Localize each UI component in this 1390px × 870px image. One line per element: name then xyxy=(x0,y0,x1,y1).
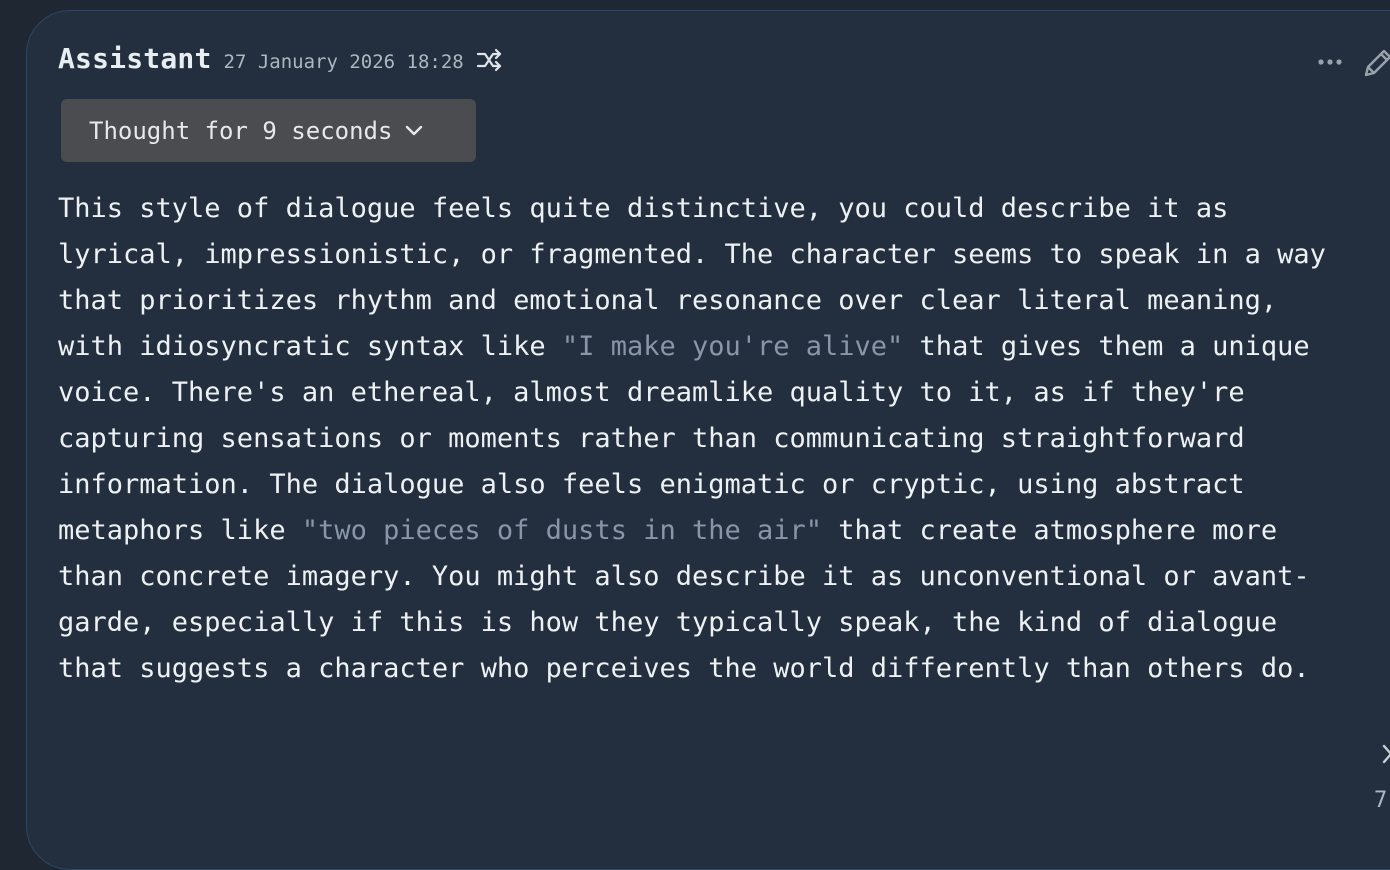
message-text-part-2: that gives them a unique voice. There's … xyxy=(58,331,1310,546)
shuffle-icon[interactable] xyxy=(476,48,504,72)
more-options-icon[interactable] xyxy=(1316,52,1346,72)
message-header: Assistant 27 January 2026 18:28 xyxy=(58,42,504,75)
message-body: This style of dialogue feels quite disti… xyxy=(58,186,1358,692)
thought-label: Thought for 9 seconds xyxy=(89,116,393,145)
quoted-phrase-1: "I make you're alive" xyxy=(561,331,904,362)
quoted-phrase-2: "two pieces of dusts in the air" xyxy=(301,515,823,546)
message-timestamp: 27 January 2026 18:28 xyxy=(223,51,464,73)
pencil-icon[interactable] xyxy=(1361,46,1390,80)
thought-toggle-button[interactable]: Thought for 9 seconds xyxy=(61,99,476,162)
corner-count: 7 xyxy=(1374,788,1388,813)
chevron-right-icon[interactable] xyxy=(1382,742,1390,776)
sender-name: Assistant xyxy=(58,42,212,75)
chevron-down-icon xyxy=(406,125,423,135)
